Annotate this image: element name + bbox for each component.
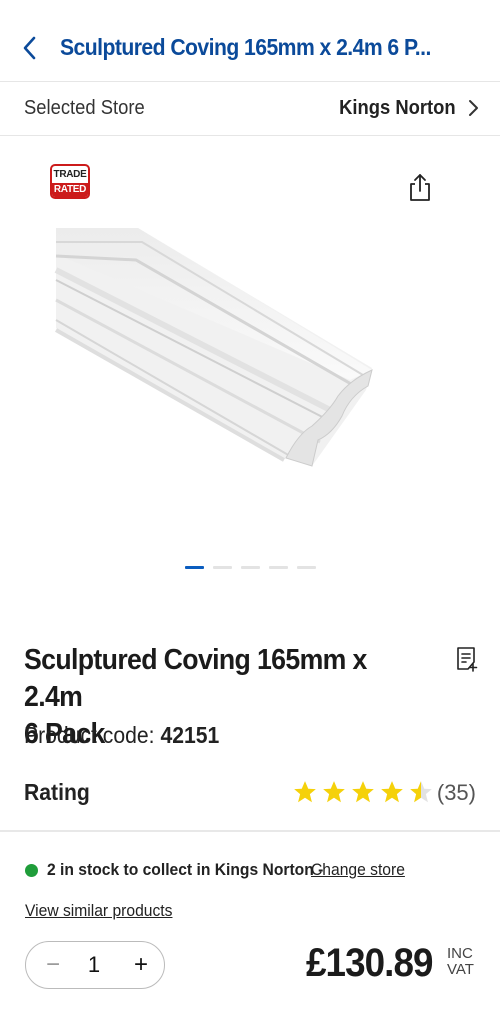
increase-quantity-button[interactable]: + [128, 952, 154, 978]
gallery-dot-1[interactable] [185, 566, 204, 569]
trade-badge-line1: TRADE [53, 169, 87, 180]
view-similar-products-link[interactable]: View similar products [25, 901, 172, 921]
gallery-dot-4[interactable] [269, 566, 288, 569]
gallery-dot-2[interactable] [213, 566, 232, 569]
vat-label: INC VAT [447, 946, 477, 978]
decrease-quantity-button[interactable]: − [40, 952, 66, 978]
quantity-stepper: − 1 + [25, 941, 165, 989]
product-code-label: Product code: [24, 722, 161, 748]
product-code-value: 42151 [160, 722, 220, 748]
change-store-link[interactable]: Change store [311, 860, 405, 880]
back-chevron-icon[interactable] [18, 33, 40, 63]
section-divider [0, 830, 500, 832]
in-stock-status-icon [25, 864, 38, 877]
product-image[interactable] [50, 220, 390, 480]
product-price: £130.89 [306, 941, 434, 985]
rating-label: Rating [24, 779, 90, 805]
page-title: Sculptured Coving 165mm x 2.4m 6 P... [60, 34, 431, 60]
chevron-right-icon[interactable] [466, 97, 480, 119]
top-bar: Sculptured Coving 165mm x 2.4m 6 P... [0, 0, 500, 82]
gallery-pagination [185, 566, 316, 569]
star-full-icon [352, 781, 374, 803]
trade-badge-line2: RATED [52, 183, 88, 197]
gallery-dot-3[interactable] [241, 566, 260, 569]
product-code: Product code: 42151 [24, 722, 219, 749]
gallery-dot-5[interactable] [297, 566, 316, 569]
add-note-icon[interactable] [454, 646, 478, 672]
store-name-link[interactable]: Kings Norton [339, 97, 456, 120]
star-half-icon [410, 781, 432, 803]
review-count[interactable]: (35) [437, 780, 476, 806]
selected-store-label: Selected Store [24, 97, 145, 119]
vat-line1: INC [447, 945, 473, 962]
star-full-icon [381, 781, 403, 803]
rating-stars[interactable] [292, 779, 434, 805]
share-icon[interactable] [405, 172, 435, 202]
vat-line2: VAT [447, 961, 474, 978]
stock-status-text: 2 in stock to collect in Kings Norton - [47, 860, 324, 879]
quantity-value[interactable]: 1 [76, 952, 112, 978]
star-full-icon [323, 781, 345, 803]
star-full-icon [294, 781, 316, 803]
trade-rated-badge: TRADE RATED [50, 164, 90, 199]
